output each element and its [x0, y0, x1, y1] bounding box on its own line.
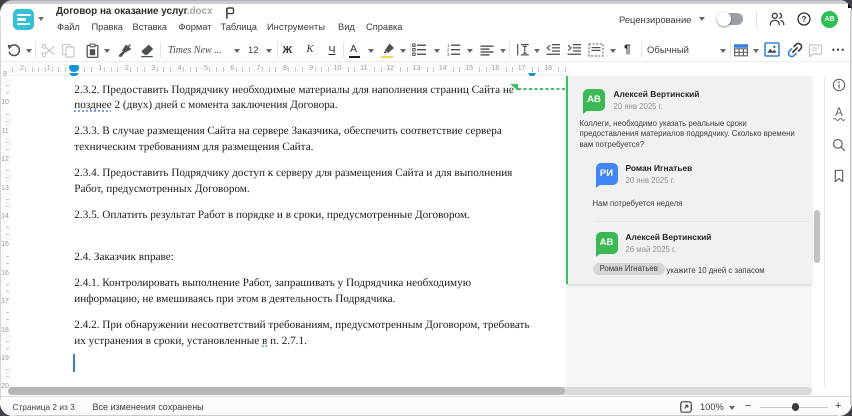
svg-text:?: ?	[802, 15, 807, 24]
svg-text:3: 3	[447, 52, 450, 57]
svg-text:А: А	[835, 107, 843, 119]
